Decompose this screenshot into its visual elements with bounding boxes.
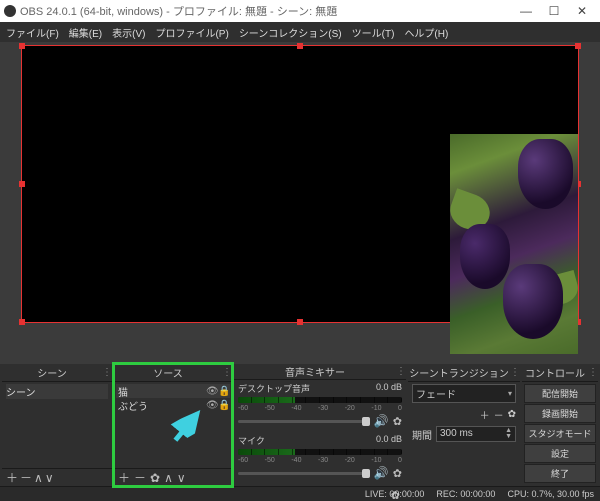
settings-button[interactable]: 設定 <box>524 444 596 463</box>
exit-button[interactable]: 終了 <box>524 464 596 483</box>
audio-mixer-panel: 音声ミキサー ⋮ デスクトップ音声0.0 dB -60-50-40-30-20-… <box>234 364 406 486</box>
remove-transition-button[interactable]: － <box>494 407 504 422</box>
scenes-title: シーン <box>2 365 102 380</box>
app-icon <box>4 5 16 17</box>
dock-grip-icon[interactable]: ⋮ <box>588 367 598 378</box>
menu-view[interactable]: 表示(V) <box>108 23 149 42</box>
status-cpu: CPU: 0.7%, 30.00 fps <box>507 489 594 499</box>
scene-item[interactable]: シーン <box>6 384 108 399</box>
studio-mode-button[interactable]: スタジオモード <box>524 424 596 443</box>
selection-handle[interactable] <box>575 43 581 49</box>
controls-panel: コントロール ⋮ 配信開始 録画開始 スタジオモード 設定 終了 <box>522 364 598 486</box>
remove-source-button[interactable]: － <box>134 469 146 486</box>
selection-handle[interactable] <box>297 43 303 49</box>
menu-tools[interactable]: ツール(T) <box>348 23 399 42</box>
transitions-title: シーントランジション <box>408 365 510 380</box>
menu-edit[interactable]: 編集(E) <box>65 23 106 42</box>
source-label: 猫 <box>116 384 206 399</box>
source-item[interactable]: ぶどう 👁 🔒 <box>116 398 230 412</box>
duration-input[interactable]: 300 ms ▲▼ <box>436 426 516 442</box>
volume-slider[interactable] <box>238 472 370 475</box>
transitions-panel: シーントランジション ⋮ フェード ▾ ＋ － ✿ 期間 300 ms ▲▼ <box>408 364 520 486</box>
meter-scale: -60-50-40-30-20-100 <box>238 405 402 412</box>
audio-meter <box>238 397 402 403</box>
channel-settings-button[interactable]: ✿ <box>393 415 402 428</box>
source-label: ぶどう <box>116 398 206 413</box>
visibility-icon[interactable]: 👁 <box>206 400 218 411</box>
add-transition-button[interactable]: ＋ <box>480 407 490 422</box>
sources-toolbar: ＋ － ✿ ∧ ∨ <box>114 468 232 486</box>
duration-value: 300 ms <box>440 428 505 440</box>
scenes-list[interactable]: シーン <box>2 382 112 468</box>
window-titlebar: OBS 24.0.1 (64-bit, windows) - プロファイル: 無… <box>0 0 600 22</box>
slider-thumb[interactable] <box>362 417 370 426</box>
dock-row: シーン ⋮ シーン ＋ － ∧ ∨ ソース ⋮ 猫 👁 🔒 <box>0 364 600 486</box>
channel-name: マイク <box>238 434 376 447</box>
sources-title: ソース <box>114 365 222 380</box>
source-item[interactable]: 猫 👁 🔒 <box>116 384 230 398</box>
preview-canvas[interactable] <box>22 46 578 322</box>
minimize-button[interactable]: ― <box>512 4 540 18</box>
mixer-channel: マイク0.0 dB -60-50-40-30-20-100 🔊 ✿ <box>234 432 406 484</box>
scenes-toolbar: ＋ － ∧ ∨ <box>2 468 112 486</box>
channel-name: デスクトップ音声 <box>238 382 376 395</box>
scenes-panel: シーン ⋮ シーン ＋ － ∧ ∨ <box>2 364 112 486</box>
duration-label: 期間 <box>412 427 432 442</box>
scene-down-button[interactable]: ∨ <box>45 471 54 485</box>
maximize-button[interactable]: ☐ <box>540 4 568 18</box>
transition-select[interactable]: フェード ▾ <box>412 384 516 403</box>
dock-grip-icon[interactable]: ⋮ <box>510 367 520 378</box>
lock-icon[interactable]: 🔒 <box>218 386 230 397</box>
selection-handle[interactable] <box>297 319 303 325</box>
add-source-button[interactable]: ＋ <box>118 469 130 486</box>
channel-settings-button[interactable]: ✿ <box>393 467 402 480</box>
mixer-body: デスクトップ音声0.0 dB -60-50-40-30-20-100 🔊 ✿ マ… <box>234 380 406 484</box>
audio-meter <box>238 449 402 455</box>
chevron-down-icon: ▾ <box>508 389 512 398</box>
lock-icon[interactable]: 🔒 <box>218 400 230 411</box>
remove-scene-button[interactable]: － <box>20 469 32 486</box>
start-record-button[interactable]: 録画開始 <box>524 404 596 423</box>
source-settings-button[interactable]: ✿ <box>150 471 160 485</box>
close-button[interactable]: ✕ <box>568 4 596 18</box>
dock-grip-icon[interactable]: ⋮ <box>222 367 232 378</box>
window-title: OBS 24.0.1 (64-bit, windows) - プロファイル: 無… <box>20 3 512 19</box>
mixer-channel: デスクトップ音声0.0 dB -60-50-40-30-20-100 🔊 ✿ <box>234 380 406 432</box>
transition-settings-button[interactable]: ✿ <box>508 409 516 420</box>
source-down-button[interactable]: ∨ <box>177 471 186 485</box>
spinner-icon[interactable]: ▲▼ <box>505 428 512 440</box>
channel-level: 0.0 dB <box>376 434 402 447</box>
volume-slider[interactable] <box>238 420 370 423</box>
menu-help[interactable]: ヘルプ(H) <box>400 23 452 42</box>
scene-up-button[interactable]: ∧ <box>34 471 43 485</box>
mixer-title: 音声ミキサー <box>234 364 396 379</box>
start-stream-button[interactable]: 配信開始 <box>524 384 596 403</box>
menu-scene-collection[interactable]: シーンコレクション(S) <box>235 23 346 42</box>
menu-bar: ファイル(F) 編集(E) 表示(V) プロファイル(P) シーンコレクション(… <box>0 22 600 42</box>
dock-grip-icon[interactable]: ⋮ <box>102 367 112 378</box>
speaker-icon[interactable]: 🔊 <box>374 466 389 480</box>
transition-selected: フェード <box>416 386 508 401</box>
source-up-button[interactable]: ∧ <box>164 471 173 485</box>
visibility-icon[interactable]: 👁 <box>206 386 218 397</box>
preview-area[interactable] <box>0 42 600 364</box>
status-rec: REC: 00:00:00 <box>436 489 495 499</box>
selection-handle[interactable] <box>19 181 25 187</box>
slider-thumb[interactable] <box>362 469 370 478</box>
source-preview-image[interactable] <box>450 134 578 354</box>
speaker-icon[interactable]: 🔊 <box>374 414 389 428</box>
meter-scale: -60-50-40-30-20-100 <box>238 457 402 464</box>
channel-level: 0.0 dB <box>376 382 402 395</box>
selection-handle[interactable] <box>19 319 25 325</box>
status-live: LIVE: 00:00:00 <box>365 489 425 499</box>
sources-panel: ソース ⋮ 猫 👁 🔒 ぶどう 👁 🔒 ＋ <box>114 364 232 486</box>
dock-grip-icon[interactable]: ⋮ <box>396 366 406 377</box>
sources-list[interactable]: 猫 👁 🔒 ぶどう 👁 🔒 <box>114 382 232 468</box>
selection-handle[interactable] <box>19 43 25 49</box>
controls-title: コントロール <box>522 365 588 380</box>
menu-file[interactable]: ファイル(F) <box>2 23 63 42</box>
menu-profile[interactable]: プロファイル(P) <box>151 23 232 42</box>
add-scene-button[interactable]: ＋ <box>6 469 18 486</box>
